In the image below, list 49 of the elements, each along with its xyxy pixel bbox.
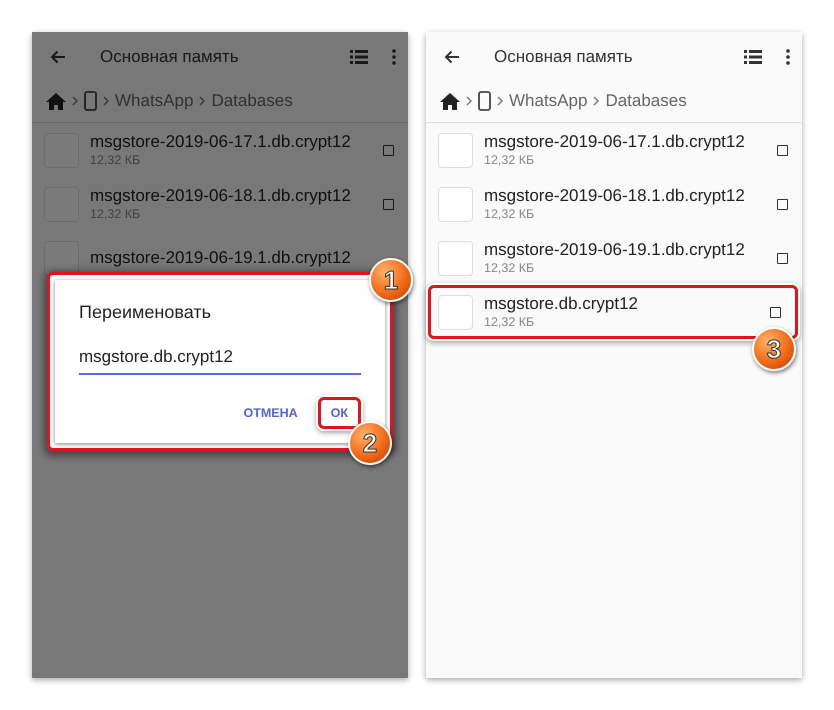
chevron-right-icon: [199, 96, 206, 106]
more-options-icon[interactable]: [786, 49, 790, 65]
file-name: msgstore-2019-06-18.1.db.crypt12: [90, 186, 352, 206]
file-size: 12,32 КБ: [484, 314, 536, 330]
file-row[interactable]: msgstore-2019-06-18.1.db.crypt12 12,32 КБ: [426, 177, 802, 231]
chevron-right-icon: [72, 96, 78, 106]
file-icon: [438, 294, 473, 330]
breadcrumb-item[interactable]: WhatsApp: [115, 91, 194, 111]
checkbox[interactable]: [777, 252, 788, 264]
file-size: 12,32 КБ: [484, 260, 536, 276]
breadcrumb-item[interactable]: Databases: [211, 91, 293, 111]
file-name: msgstore-2019-06-17.1.db.crypt12: [90, 132, 352, 152]
checkbox[interactable]: [770, 306, 781, 318]
chevron-right-icon: [466, 96, 472, 106]
chevron-right-icon: [497, 96, 503, 106]
toolbar-title: Основная память: [494, 47, 634, 67]
file-size: 12,32 КБ: [484, 206, 536, 222]
file-name: msgstore-2019-06-19.1.db.crypt12: [484, 240, 746, 260]
dialog-title: Переименовать: [79, 302, 212, 323]
file-icon: [438, 132, 473, 168]
checkbox[interactable]: [777, 144, 788, 156]
file-name: msgstore-2019-06-17.1.db.crypt12: [484, 132, 746, 152]
file-row[interactable]: msgstore.db.crypt12 12,32 КБ: [428, 285, 798, 339]
breadcrumb-item[interactable]: Databases: [605, 91, 687, 111]
phone-icon[interactable]: [478, 91, 491, 111]
checkbox[interactable]: [383, 198, 394, 210]
chevron-right-icon: [103, 96, 109, 106]
toolbar-title: Основная память: [100, 47, 240, 67]
step-number-badge: 2: [348, 421, 392, 465]
file-name: msgstore-2019-06-19.1.db.crypt12: [90, 248, 352, 268]
back-arrow-icon[interactable]: [444, 50, 460, 64]
breadcrumb-item[interactable]: WhatsApp: [509, 91, 588, 111]
checkbox[interactable]: [383, 144, 394, 156]
file-name: msgstore-2019-06-18.1.db.crypt12: [484, 186, 746, 206]
filename-input-field[interactable]: msgstore.db.crypt12: [79, 347, 361, 375]
step-number-badge: 3: [752, 327, 796, 371]
file-size: 12,32 КБ: [484, 152, 536, 168]
home-icon[interactable]: [440, 92, 460, 110]
file-icon: [438, 186, 473, 222]
checkbox[interactable]: [777, 198, 788, 210]
file-name: msgstore.db.crypt12: [484, 294, 640, 314]
file-row[interactable]: msgstore-2019-06-19.1.db.crypt12 12,32 КБ: [426, 231, 802, 285]
list-view-icon[interactable]: [744, 50, 762, 64]
chevron-right-icon: [593, 96, 600, 106]
phone-icon[interactable]: [84, 91, 97, 111]
ok-button[interactable]: ОК: [318, 397, 361, 429]
file-icon: [438, 240, 473, 276]
file-row[interactable]: msgstore-2019-06-17.1.db.crypt12 12,32 КБ: [426, 123, 802, 177]
step-number-badge: 1: [369, 258, 413, 302]
